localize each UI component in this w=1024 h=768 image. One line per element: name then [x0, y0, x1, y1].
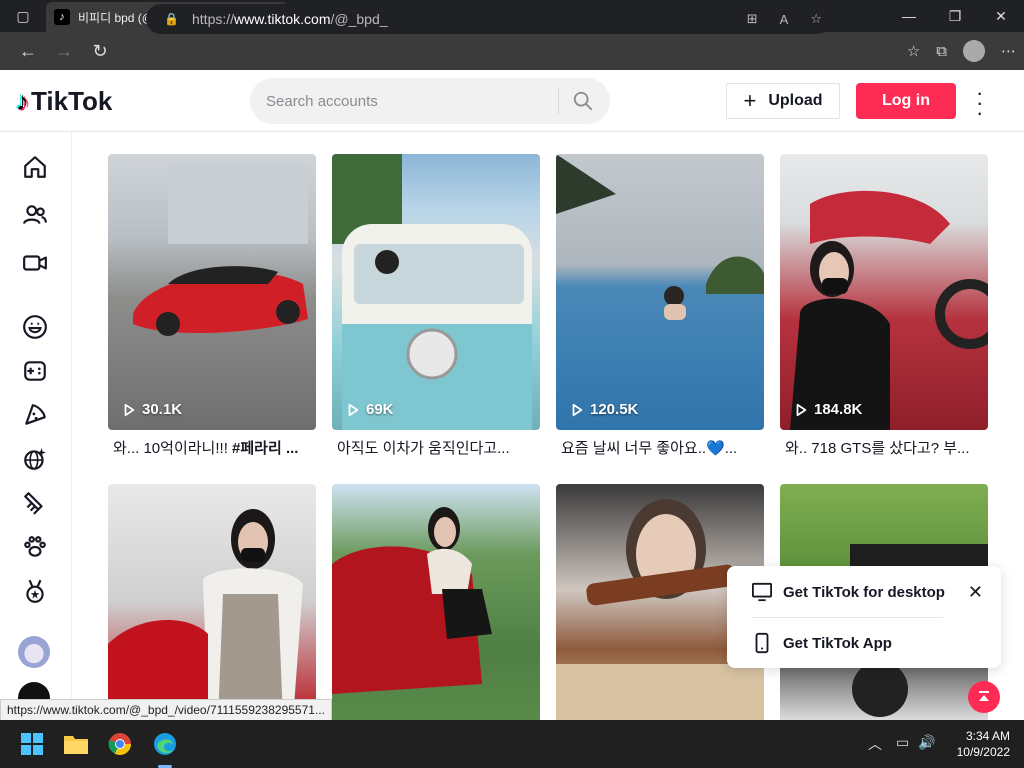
view-count: 30.1K	[122, 401, 182, 418]
woman-suv-image	[332, 507, 492, 694]
animals-icon[interactable]	[20, 532, 50, 562]
view-count: 120.5K	[570, 401, 638, 418]
maximize-button[interactable]: ❐	[932, 0, 978, 32]
file-explorer-icon[interactable]	[62, 730, 90, 758]
lock-icon: 🔒	[164, 12, 179, 26]
upload-button[interactable]: + Upload	[726, 83, 840, 119]
search-divider	[558, 88, 559, 114]
upload-label: Upload	[768, 92, 823, 109]
clock-time: 3:34 AM	[965, 729, 1010, 743]
monitor-icon	[752, 582, 772, 602]
view-count-text: 184.8K	[814, 401, 863, 418]
more-options-icon[interactable]: · · ·	[976, 82, 983, 124]
browser-address-bar: ← → ↻	[0, 32, 1024, 70]
profile-avatar[interactable]	[963, 40, 985, 62]
video-caption[interactable]: 와... 10억이라니!!! #페라리 ...	[113, 437, 321, 458]
video-thumbnail[interactable]	[332, 484, 540, 720]
tiktok-note-icon: ♪	[16, 86, 29, 116]
video-thumbnail[interactable]: 69K	[332, 154, 540, 430]
windows-taskbar: ︿ ▭ 🔊 3:34 AM 10/9/2022	[0, 720, 1024, 768]
favorites-icon[interactable]: ☆	[907, 42, 920, 60]
popup-divider	[751, 617, 943, 618]
login-button[interactable]: Log in	[856, 83, 956, 119]
forward-button[interactable]: →	[46, 32, 82, 70]
read-aloud-icon[interactable]: A	[780, 12, 789, 27]
get-app-link[interactable]: Get TikTok App	[751, 632, 892, 654]
settings-more-icon[interactable]: ⋯	[1001, 42, 1016, 60]
view-count-text: 69K	[366, 401, 394, 418]
dance-icon[interactable]	[20, 444, 50, 474]
view-count: 69K	[346, 401, 394, 418]
gaming-icon[interactable]	[20, 356, 50, 386]
video-caption[interactable]: 와.. 718 GTS를 샀다고? 부...	[785, 437, 993, 458]
play-icon	[572, 403, 583, 416]
video-caption[interactable]: 아직도 이차가 움직인다고...	[337, 437, 545, 458]
search-input[interactable]	[266, 92, 556, 110]
home-icon[interactable]	[20, 152, 50, 182]
tab-actions-icon[interactable]: ▢	[0, 0, 46, 32]
search-bar	[250, 78, 610, 124]
video-thumbnail[interactable]	[108, 484, 316, 720]
collections-icon[interactable]: ⧉	[936, 43, 947, 60]
close-window-button[interactable]: ✕	[978, 0, 1024, 32]
get-desktop-label: Get TikTok for desktop	[783, 583, 945, 601]
minimize-button[interactable]: —	[886, 0, 932, 32]
pool-image	[556, 154, 764, 320]
close-popup-icon[interactable]: ✕	[968, 582, 983, 603]
following-icon[interactable]	[20, 200, 50, 230]
clock-date: 10/9/2022	[956, 745, 1010, 759]
back-to-top-button[interactable]	[968, 681, 1000, 713]
phone-icon	[755, 632, 769, 654]
caption-text: 와... 10억이라니!!!	[113, 440, 233, 457]
video-thumbnail[interactable]: 184.8K	[780, 154, 988, 430]
get-desktop-link[interactable]: Get TikTok for desktop	[751, 582, 945, 602]
play-icon	[348, 403, 359, 416]
video-caption[interactable]: 요즘 날씨 너무 좋아요..💙...	[561, 437, 769, 458]
view-count: 184.8K	[794, 401, 862, 418]
hashtag-link[interactable]: #페라리 ...	[232, 440, 298, 457]
ferrari-image	[133, 164, 308, 336]
comedy-icon[interactable]	[20, 312, 50, 342]
food-icon[interactable]	[20, 400, 50, 430]
video-thumbnail[interactable]: 120.5K	[556, 154, 764, 430]
tiktok-favicon-icon: ♪	[54, 9, 70, 25]
back-button[interactable]: ←	[10, 32, 46, 70]
view-count-text: 30.1K	[142, 401, 183, 418]
beauty-icon[interactable]	[20, 488, 50, 518]
live-icon[interactable]	[20, 248, 50, 278]
url-field[interactable]: 🔒 https://www.tiktok.com/@_bpd_ ⊞ A ☆	[146, 4, 832, 34]
view-count-text: 120.5K	[590, 401, 639, 418]
url-prefix: https://	[192, 11, 235, 27]
app-available-icon[interactable]: ⊞	[747, 11, 758, 27]
video-thumbnail[interactable]: 30.1K	[108, 154, 316, 430]
sports-medal-icon[interactable]	[20, 576, 50, 606]
chrome-icon[interactable]	[106, 730, 134, 758]
url-host: www.tiktok.com	[234, 11, 331, 27]
taskbar-clock[interactable]: 3:34 AM 10/9/2022	[940, 728, 1010, 760]
search-icon[interactable]	[572, 90, 594, 112]
arrow-up-icon	[979, 691, 989, 701]
suggested-account-avatar[interactable]	[18, 636, 50, 668]
porsche-image	[790, 190, 988, 430]
edge-icon[interactable]	[151, 730, 179, 758]
sidebar	[0, 132, 72, 720]
url-path: /@_bpd_	[330, 11, 388, 27]
get-app-popup: Get TikTok for desktop ✕ Get TikTok App	[727, 566, 1001, 668]
network-icon[interactable]: ▭	[896, 734, 909, 751]
volume-icon[interactable]: 🔊	[918, 734, 935, 751]
tiktok-header: ♪ TikTok + Upload Log in ···	[0, 70, 1024, 132]
plus-icon: +	[743, 88, 757, 113]
get-app-label: Get TikTok App	[783, 634, 892, 652]
add-favorite-icon[interactable]: ☆	[810, 11, 822, 27]
tiktok-logo[interactable]: ♪ TikTok	[16, 86, 112, 117]
windows-start-icon[interactable]	[18, 730, 46, 758]
woman-red-car-image	[108, 509, 303, 720]
vw-bus-image	[332, 154, 532, 430]
refresh-button[interactable]: ↻	[82, 32, 118, 70]
play-icon	[124, 403, 135, 416]
logo-text: TikTok	[31, 86, 113, 116]
play-icon	[796, 403, 807, 416]
status-url: https://www.tiktok.com/@_bpd_/video/7111…	[0, 699, 332, 721]
show-hidden-icons[interactable]: ︿	[868, 734, 882, 754]
